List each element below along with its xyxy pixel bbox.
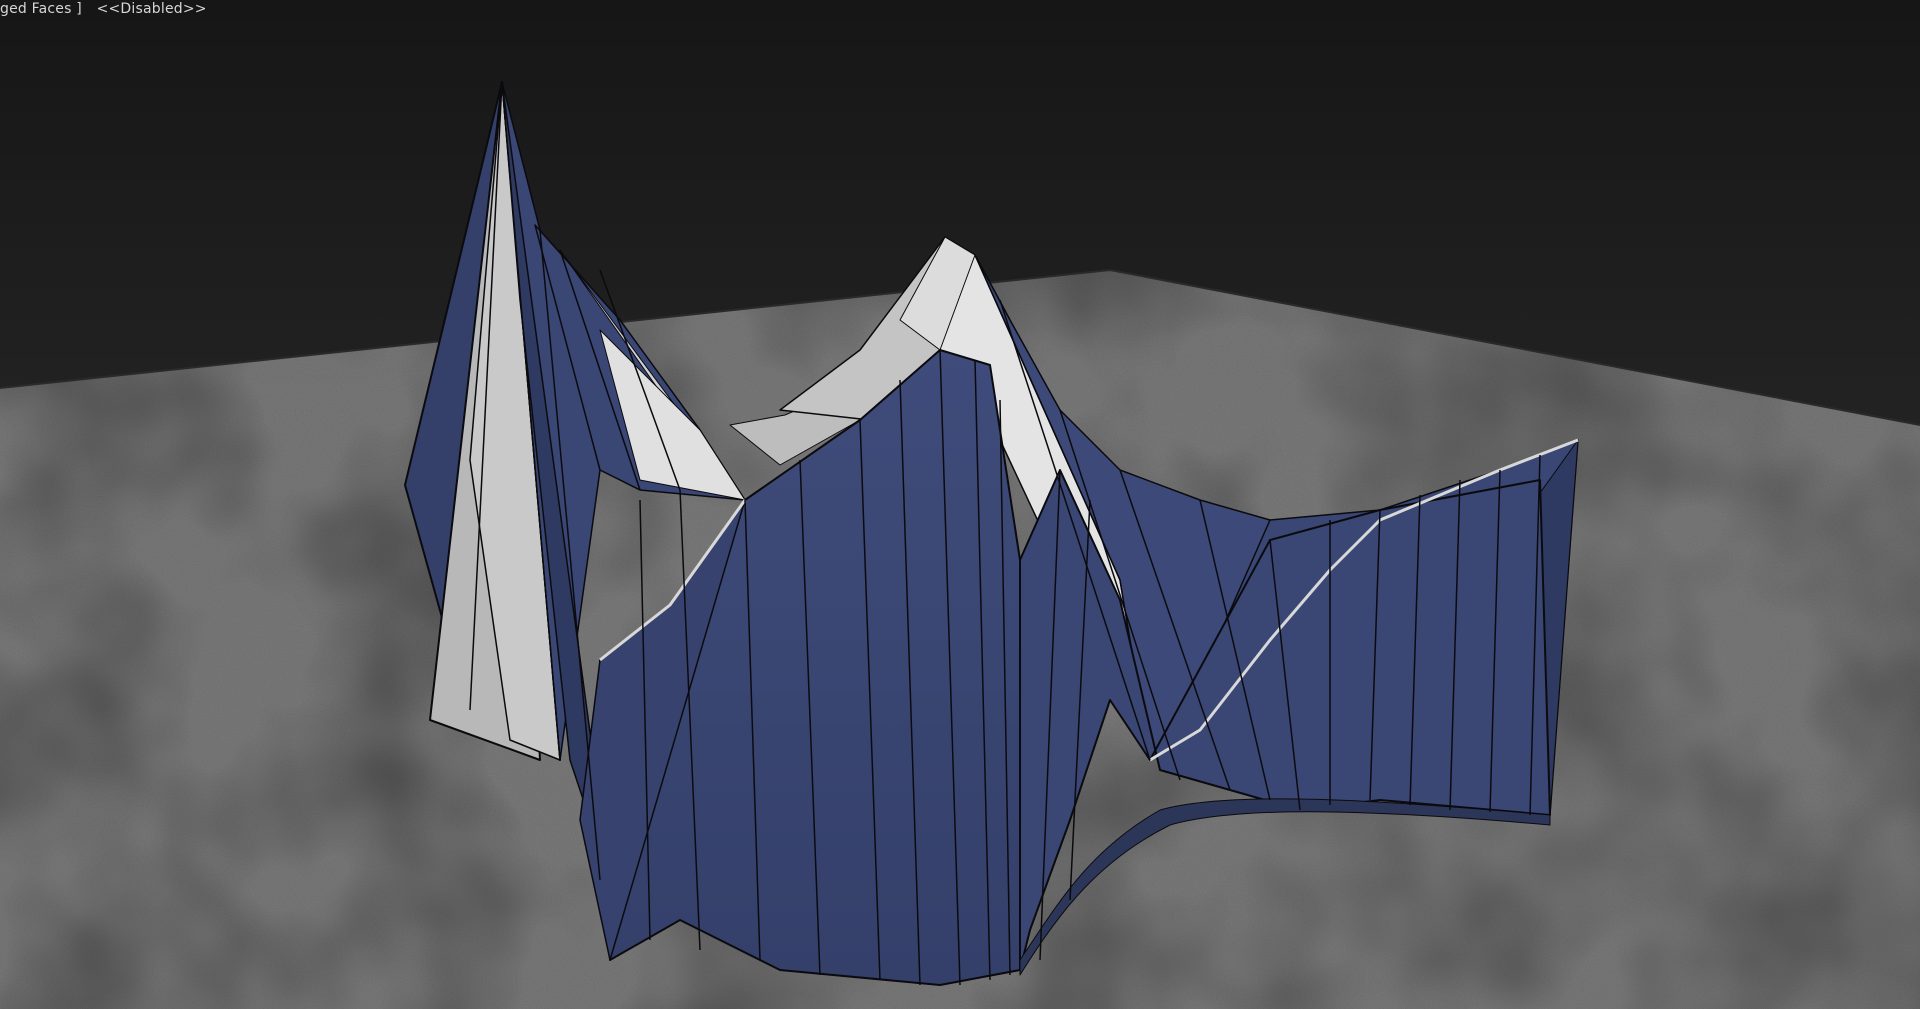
viewport-label[interactable]: ged Faces ] <<Disabled>> (0, 0, 207, 18)
viewport-disabled-state[interactable]: <<Disabled>> (97, 0, 207, 18)
3d-viewport[interactable]: ged Faces ] <<Disabled>> (0, 0, 1920, 1009)
viewport-scene[interactable] (0, 0, 1920, 1009)
viewport-shading-mode[interactable]: ged Faces ] (0, 0, 82, 18)
